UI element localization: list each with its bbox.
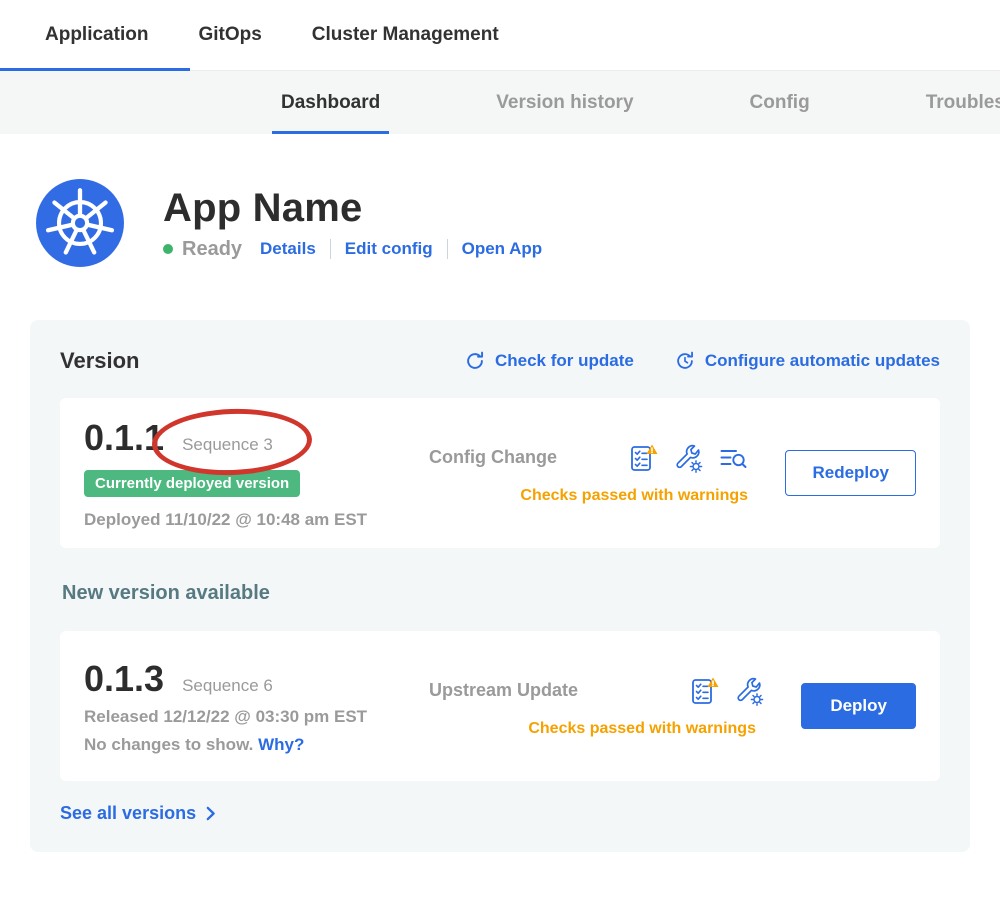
configure-auto-updates-link[interactable]: Configure automatic updates (674, 350, 940, 372)
status-label: Ready (182, 238, 242, 261)
current-check-icons (627, 442, 749, 474)
kubernetes-logo-icon (35, 178, 125, 268)
active-tab-underline (0, 68, 190, 71)
version-panel-header: Version Check for update (60, 348, 940, 374)
available-version-middle: Upstream Update (429, 675, 785, 738)
released-timestamp: Released 12/12/22 @ 03:30 pm EST (84, 707, 429, 727)
see-all-versions-label: See all versions (60, 803, 196, 824)
page: Application GitOps Cluster Management Da… (0, 0, 1000, 898)
deploy-button[interactable]: Deploy (801, 683, 916, 729)
config-wrench-icon[interactable] (733, 675, 765, 707)
tab-application[interactable]: Application (45, 24, 148, 46)
status-dot-icon (163, 244, 173, 254)
see-all-versions-link[interactable]: See all versions (60, 803, 218, 824)
tab-version-history[interactable]: Version history (493, 71, 636, 134)
app-header: App Name Ready Details Edit config Open … (35, 178, 1000, 268)
auto-update-clock-icon (674, 350, 696, 372)
divider (330, 239, 331, 259)
edit-config-link[interactable]: Edit config (345, 239, 433, 259)
check-for-update-link[interactable]: Check for update (464, 350, 634, 372)
deployed-timestamp: Deployed 11/10/22 @ 10:48 am EST (84, 510, 429, 530)
current-version-card: 0.1.1 Sequence 3 Currently deployed vers… (60, 398, 940, 548)
available-source-row: Upstream Update (429, 675, 765, 707)
tab-cluster-management[interactable]: Cluster Management (312, 24, 499, 46)
secondary-nav: Dashboard Version history Config Trouble… (0, 71, 1000, 134)
status-row: Ready Details Edit config Open App (163, 238, 542, 261)
current-sequence-label: Sequence 3 (182, 435, 273, 455)
chevron-right-icon (203, 806, 218, 821)
current-source-row: Config Change (429, 442, 749, 474)
divider (447, 239, 448, 259)
current-version-middle: Config Change (429, 442, 769, 505)
check-for-update-label: Check for update (495, 351, 634, 371)
open-app-link[interactable]: Open App (462, 239, 543, 259)
why-link[interactable]: Why? (258, 735, 304, 754)
available-sequence-label: Sequence 6 (182, 676, 273, 696)
version-actions: Check for update Configure automatic upd… (464, 350, 940, 372)
current-version-source: Config Change (429, 447, 557, 468)
current-checks-status: Checks passed with warnings (429, 487, 749, 505)
redeploy-button[interactable]: Redeploy (785, 450, 916, 496)
changes-row: No changes to show. Why? (84, 735, 429, 755)
available-check-icons (688, 675, 765, 707)
version-panel: Version Check for update (30, 320, 970, 852)
current-version-row: 0.1.1 Sequence 3 (84, 416, 429, 460)
page-title: App Name (163, 186, 542, 230)
view-files-icon[interactable] (717, 442, 749, 474)
deployed-badge: Currently deployed version (84, 470, 300, 497)
configure-auto-updates-label: Configure automatic updates (705, 351, 940, 371)
tab-dashboard[interactable]: Dashboard (278, 71, 383, 134)
config-wrench-icon[interactable] (672, 442, 704, 474)
no-changes-label: No changes to show. (84, 735, 253, 754)
version-heading: Version (60, 348, 139, 374)
current-version-info: 0.1.1 Sequence 3 Currently deployed vers… (84, 416, 429, 530)
tab-troubleshoot[interactable]: Troubleshoot (923, 71, 1000, 134)
available-version-info: 0.1.3 Sequence 6 Released 12/12/22 @ 03:… (84, 657, 429, 755)
refresh-icon (464, 350, 486, 372)
tab-config[interactable]: Config (747, 71, 813, 134)
available-checks-status: Checks passed with warnings (429, 720, 765, 738)
available-version-row: 0.1.3 Sequence 6 (84, 657, 429, 701)
available-version-card: 0.1.3 Sequence 6 Released 12/12/22 @ 03:… (60, 631, 940, 781)
preflight-checks-icon[interactable] (627, 442, 659, 474)
current-version-number: 0.1.1 (84, 416, 164, 460)
available-version-number: 0.1.3 (84, 657, 164, 701)
details-link[interactable]: Details (260, 239, 316, 259)
new-version-heading: New version available (62, 582, 940, 605)
primary-nav: Application GitOps Cluster Management (0, 0, 1000, 71)
tab-gitops[interactable]: GitOps (198, 24, 261, 46)
preflight-checks-icon[interactable] (688, 675, 720, 707)
app-header-text: App Name Ready Details Edit config Open … (163, 186, 542, 261)
available-version-source: Upstream Update (429, 680, 578, 701)
